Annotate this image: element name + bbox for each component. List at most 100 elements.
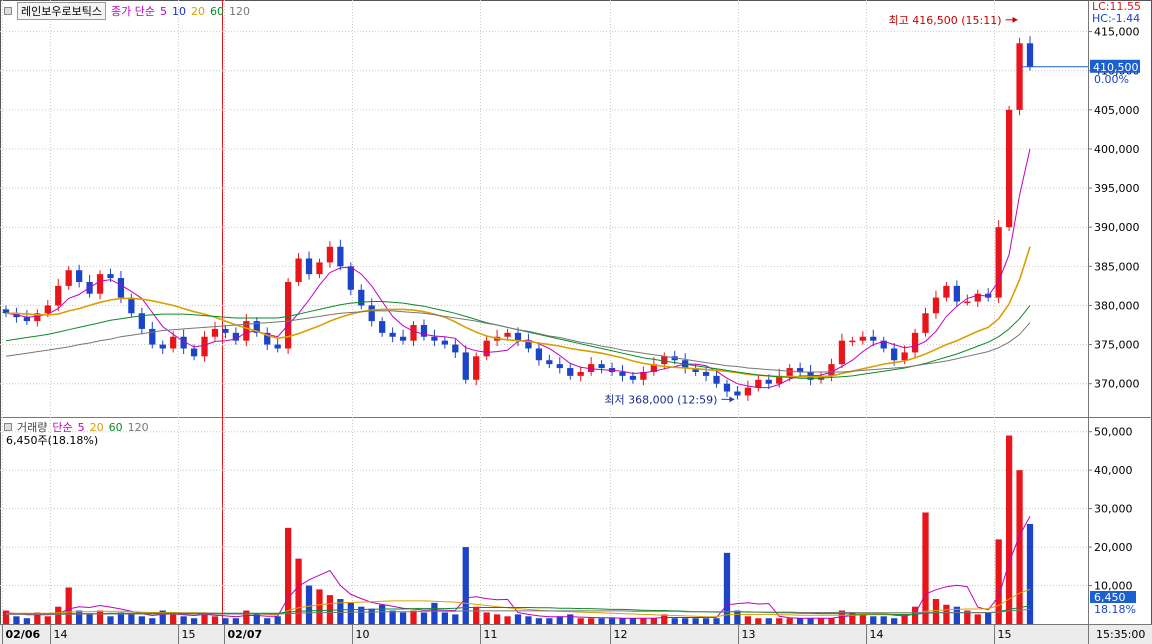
candle [765,379,772,384]
volume-bar [734,610,741,624]
volume-bar [347,602,354,624]
candle [222,328,229,333]
low-annotation: 최저 368,000 (12:59) [604,393,717,406]
ma120-label: 120 [228,4,250,18]
candle [128,297,135,314]
volume-bar [243,610,250,624]
chart-canvas: 02/06 14 15 02/07 10 11 12 13 14 15 370,000 375,000… [0,0,1152,644]
volume-bar [368,608,375,624]
vol-ma120-label: 120 [127,420,149,434]
candle [44,305,51,314]
y-tick-label: 370,000 [1094,378,1140,391]
candle [1016,43,1023,110]
candle [629,375,637,380]
candle [838,340,846,365]
volume-tick-label: 50,000 [1094,426,1133,439]
candle [347,266,354,290]
candle [170,336,177,349]
candle [1005,109,1013,228]
volume-bar [702,618,710,624]
candle [911,332,919,353]
volume-bar [389,610,396,624]
volume-bar [682,618,689,624]
candle [295,258,302,282]
candle [922,313,929,333]
price-legend: 레인보우로보틱스 종가 단순 5 10 20 60 120 [4,2,250,20]
volume-bar [13,616,20,624]
change-pct-label: 0.00% [1094,73,1129,86]
candle [452,344,459,353]
time-label: 15:35:00 [1096,628,1145,641]
x-tick-label: 15 [998,628,1012,641]
volume-bar [23,618,31,624]
volume-bar [452,614,459,624]
y-tick-label: 405,000 [1094,104,1140,117]
volume-bar [619,618,626,624]
candle [23,317,31,322]
volume-bar [556,616,563,624]
candle [107,274,114,279]
candle [514,332,522,341]
volume-current-value: 6,450주(18.18%) [6,434,99,447]
volume-tick-label: 20,000 [1094,541,1133,554]
indicator-label: 종가 단순 [110,5,155,18]
volume-bar [588,618,595,624]
volume-bar [86,614,93,624]
x-tick-label: 02/06 [6,628,41,641]
volume-bar [922,512,929,624]
volume-bar [859,614,866,624]
candle [723,383,731,392]
candle [577,371,584,376]
volume-bar [661,614,668,624]
volume-bar [65,587,72,624]
candle [441,340,448,345]
hc-label: HC:-1.44 [1092,12,1140,25]
candle [786,368,793,376]
volume-bar [316,589,323,624]
volume-bar [326,595,334,624]
candle [274,344,281,349]
y-tick-label: 395,000 [1094,182,1140,195]
candle [473,356,480,380]
volume-bar [295,558,302,624]
volume-bar [817,618,825,624]
volume-bar [1016,470,1023,624]
low-arrow-head [729,396,735,403]
volume-bar [807,618,814,624]
volume-bar [744,616,752,624]
candle [556,364,563,369]
volume-bar [1026,524,1034,624]
y-tick-label: 390,000 [1094,221,1140,234]
volume-panel-menu-icon[interactable] [4,423,12,431]
volume-bar [274,616,281,624]
ma5-line [5,148,1031,389]
candle [504,332,511,337]
candle [870,336,877,341]
candle [337,246,344,267]
volume-bar [786,618,793,624]
panel-menu-icon[interactable] [4,7,12,15]
candle [859,336,866,341]
volume-bar [493,614,501,624]
stock-name[interactable]: 레인보우로보틱스 [17,2,106,20]
candle [211,328,219,337]
volume-bar [264,618,271,624]
volume-bar [420,612,428,624]
volume-bar [138,616,145,624]
candle [399,336,407,341]
ma60-label: 60 [209,4,224,18]
volume-bar [535,618,543,624]
volume-bar [943,604,950,624]
volume-bar [891,618,898,624]
volume-bar [170,614,177,624]
candle [932,297,940,314]
volume-bar [55,606,62,624]
volume-ma5-line [5,516,1031,619]
candle [702,371,710,376]
volume-tick-label: 30,000 [1094,503,1133,516]
volume-bar [629,618,637,624]
volume-tick-label: 40,000 [1094,464,1133,477]
volume-bar [650,618,657,624]
volume-bar [692,618,699,624]
volume-bar [765,618,772,624]
